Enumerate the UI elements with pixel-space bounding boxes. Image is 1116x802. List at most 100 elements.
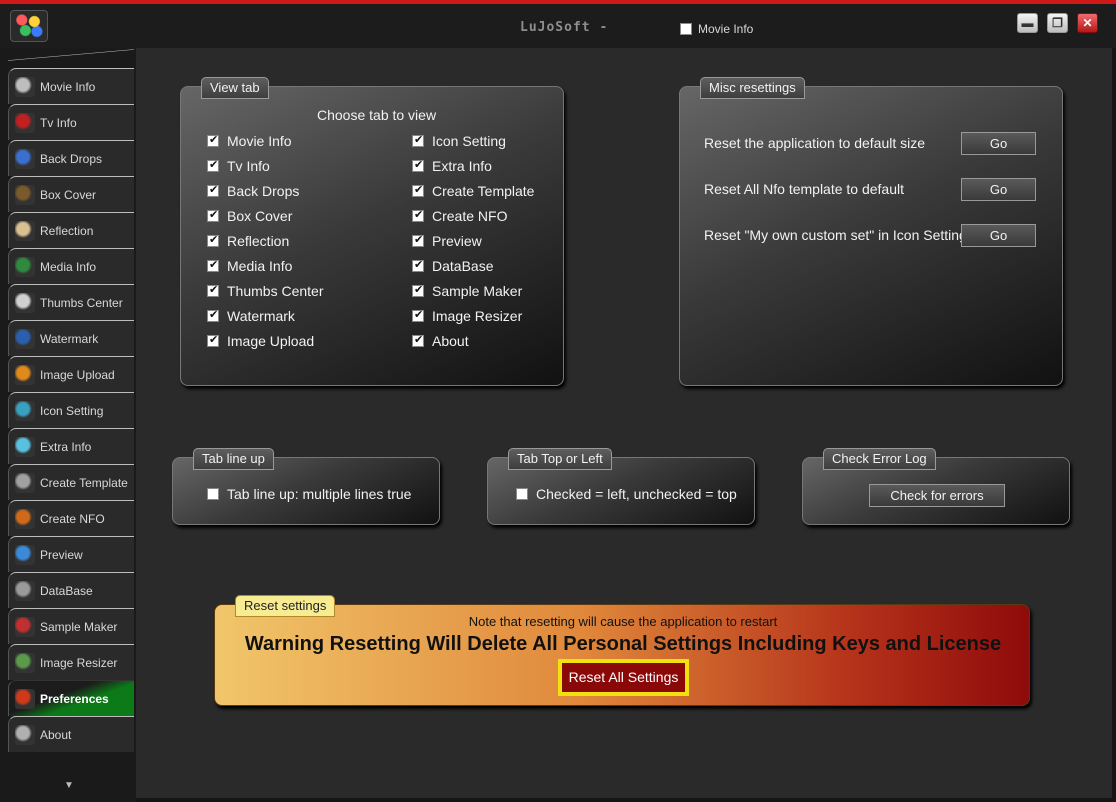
checkbox-icon[interactable] bbox=[412, 333, 424, 347]
sidebar-item-image-upload[interactable]: Image Upload bbox=[8, 356, 134, 392]
view-tab-option-label: Media Info bbox=[227, 258, 293, 274]
view-tab-option[interactable]: Watermark bbox=[207, 308, 295, 324]
tab-top-or-left-checkbox[interactable]: Checked = left, unchecked = top bbox=[516, 486, 737, 502]
sidebar-item-box-cover[interactable]: Box Cover bbox=[8, 176, 134, 212]
view-tab-option[interactable]: Media Info bbox=[207, 258, 292, 274]
view-tab-option[interactable]: Back Drops bbox=[207, 183, 299, 199]
minimize-button[interactable]: ▬ bbox=[1017, 13, 1038, 33]
view-tab-option-label: About bbox=[432, 333, 469, 349]
view-tab-option-label: Movie Info bbox=[227, 133, 292, 149]
sidebar-item-thumbs-center[interactable]: Thumbs Center bbox=[8, 284, 134, 320]
view-tab-option[interactable]: Create NFO bbox=[412, 208, 507, 224]
checkbox-icon[interactable] bbox=[207, 133, 219, 147]
sidebar-item-watermark[interactable]: Watermark bbox=[8, 320, 134, 356]
checkbox-icon[interactable] bbox=[412, 283, 424, 297]
upload-icon bbox=[15, 364, 35, 385]
sidebar-item-create-template[interactable]: Create Template bbox=[8, 464, 134, 500]
misc-resettings-title: Misc resettings bbox=[700, 77, 805, 99]
sidebar-item-preferences[interactable]: Preferences bbox=[8, 680, 134, 716]
sidebar-item-reflection[interactable]: Reflection bbox=[8, 212, 134, 248]
view-tab-option[interactable]: Image Resizer bbox=[412, 308, 522, 324]
view-tab-option[interactable]: Reflection bbox=[207, 233, 289, 249]
view-tab-option[interactable]: About bbox=[412, 333, 469, 349]
sidebar-item-media-info[interactable]: Media Info bbox=[8, 248, 134, 284]
resize-icon bbox=[15, 652, 35, 673]
reset-size-label: Reset the application to default size bbox=[704, 135, 926, 151]
reset-size-go-button[interactable]: Go bbox=[961, 132, 1036, 155]
view-tab-option-label: Box Cover bbox=[227, 208, 293, 224]
sidebar-item-about[interactable]: About bbox=[8, 716, 134, 752]
checkbox-icon[interactable] bbox=[207, 158, 219, 172]
sidebar-item-label: Image Upload bbox=[40, 367, 115, 382]
sidebar-item-label: DataBase bbox=[40, 583, 93, 598]
view-tab-option[interactable]: Movie Info bbox=[207, 133, 292, 149]
arrow-down-icon[interactable]: ▼ bbox=[64, 780, 74, 791]
view-tab-option-label: Extra Info bbox=[432, 158, 492, 174]
checkbox-icon[interactable] bbox=[207, 208, 219, 222]
sidebar-item-icon-setting[interactable]: Icon Setting bbox=[8, 392, 134, 428]
sidebar-item-create-nfo[interactable]: Create NFO bbox=[8, 500, 134, 536]
nfo-icon bbox=[15, 508, 35, 529]
reset-nfo-go-button[interactable]: Go bbox=[961, 178, 1036, 201]
reset-icon-set-go-button[interactable]: Go bbox=[961, 224, 1036, 247]
sidebar-item-extra-info[interactable]: Extra Info bbox=[8, 428, 134, 464]
sidebar-item-movie-info[interactable]: Movie Info bbox=[8, 68, 134, 104]
view-tab-option[interactable]: Create Template bbox=[412, 183, 534, 199]
tv-icon bbox=[15, 112, 35, 133]
sidebar-item-tv-info[interactable]: Tv Info bbox=[8, 104, 134, 140]
thumbs-icon bbox=[15, 292, 35, 313]
sidebar-item-label: Media Info bbox=[40, 259, 97, 274]
view-tab-option[interactable]: DataBase bbox=[412, 258, 493, 274]
checkbox-icon[interactable] bbox=[207, 488, 219, 500]
checkbox-icon[interactable] bbox=[207, 183, 219, 197]
sidebar-item-sample-maker[interactable]: Sample Maker bbox=[8, 608, 134, 644]
view-tab-option-label: Back Drops bbox=[227, 183, 300, 199]
view-tab-option-label: Tv Info bbox=[227, 158, 270, 174]
checkbox-icon[interactable] bbox=[207, 258, 219, 272]
reset-all-settings-button[interactable]: Reset All Settings bbox=[558, 659, 689, 696]
checkbox-icon[interactable] bbox=[412, 208, 424, 222]
checkbox-icon[interactable] bbox=[207, 283, 219, 297]
tab-line-up-checkbox[interactable]: Tab line up: multiple lines true bbox=[207, 486, 411, 502]
movie-info-toggle[interactable]: Movie Info bbox=[680, 22, 753, 36]
sidebar-item-label: Tv Info bbox=[40, 115, 77, 130]
sidebar-item-preview[interactable]: Preview bbox=[8, 536, 134, 572]
box-cover-icon bbox=[15, 184, 35, 205]
sidebar-item-label: Movie Info bbox=[40, 79, 96, 94]
check-error-log-group: Check Error Log Check for errors bbox=[802, 448, 1070, 525]
checkbox-icon[interactable] bbox=[680, 23, 692, 35]
eye-icon bbox=[15, 544, 35, 565]
view-tab-option[interactable]: Sample Maker bbox=[412, 283, 522, 299]
view-tab-option-label: Create NFO bbox=[432, 208, 508, 224]
user-icon bbox=[15, 724, 35, 745]
view-tab-option[interactable]: Tv Info bbox=[207, 158, 270, 174]
sidebar-item-database[interactable]: DataBase bbox=[8, 572, 134, 608]
checkbox-icon[interactable] bbox=[412, 233, 424, 247]
checkbox-icon[interactable] bbox=[412, 183, 424, 197]
view-tab-option[interactable]: Icon Setting bbox=[412, 133, 506, 149]
checkbox-icon[interactable] bbox=[207, 308, 219, 322]
view-tab-option[interactable]: Extra Info bbox=[412, 158, 492, 174]
close-button[interactable]: ✕ bbox=[1077, 13, 1098, 33]
tab-top-or-left-group: Tab Top or Left Checked = left, unchecke… bbox=[487, 448, 755, 525]
check-for-errors-button[interactable]: Check for errors bbox=[869, 484, 1005, 507]
checkbox-icon[interactable] bbox=[412, 133, 424, 147]
view-tab-option[interactable]: Image Upload bbox=[207, 333, 314, 349]
checkbox-icon[interactable] bbox=[516, 488, 528, 500]
checkbox-icon[interactable] bbox=[207, 233, 219, 247]
view-tab-option[interactable]: Preview bbox=[412, 233, 482, 249]
checkbox-icon[interactable] bbox=[412, 258, 424, 272]
media-info-icon bbox=[15, 256, 35, 277]
view-tab-option[interactable]: Thumbs Center bbox=[207, 283, 323, 299]
app-logo-icon bbox=[10, 10, 48, 42]
wrench-icon bbox=[15, 688, 35, 709]
sidebar-item-label: Preferences bbox=[40, 691, 109, 706]
view-tab-option[interactable]: Box Cover bbox=[207, 208, 292, 224]
sidebar-item-back-drops[interactable]: Back Drops bbox=[8, 140, 134, 176]
sidebar-item-image-resizer[interactable]: Image Resizer bbox=[8, 644, 134, 680]
checkbox-icon[interactable] bbox=[207, 333, 219, 347]
gear-icon bbox=[15, 400, 35, 421]
maximize-button[interactable]: ❐ bbox=[1047, 13, 1068, 33]
checkbox-icon[interactable] bbox=[412, 308, 424, 322]
checkbox-icon[interactable] bbox=[412, 158, 424, 172]
